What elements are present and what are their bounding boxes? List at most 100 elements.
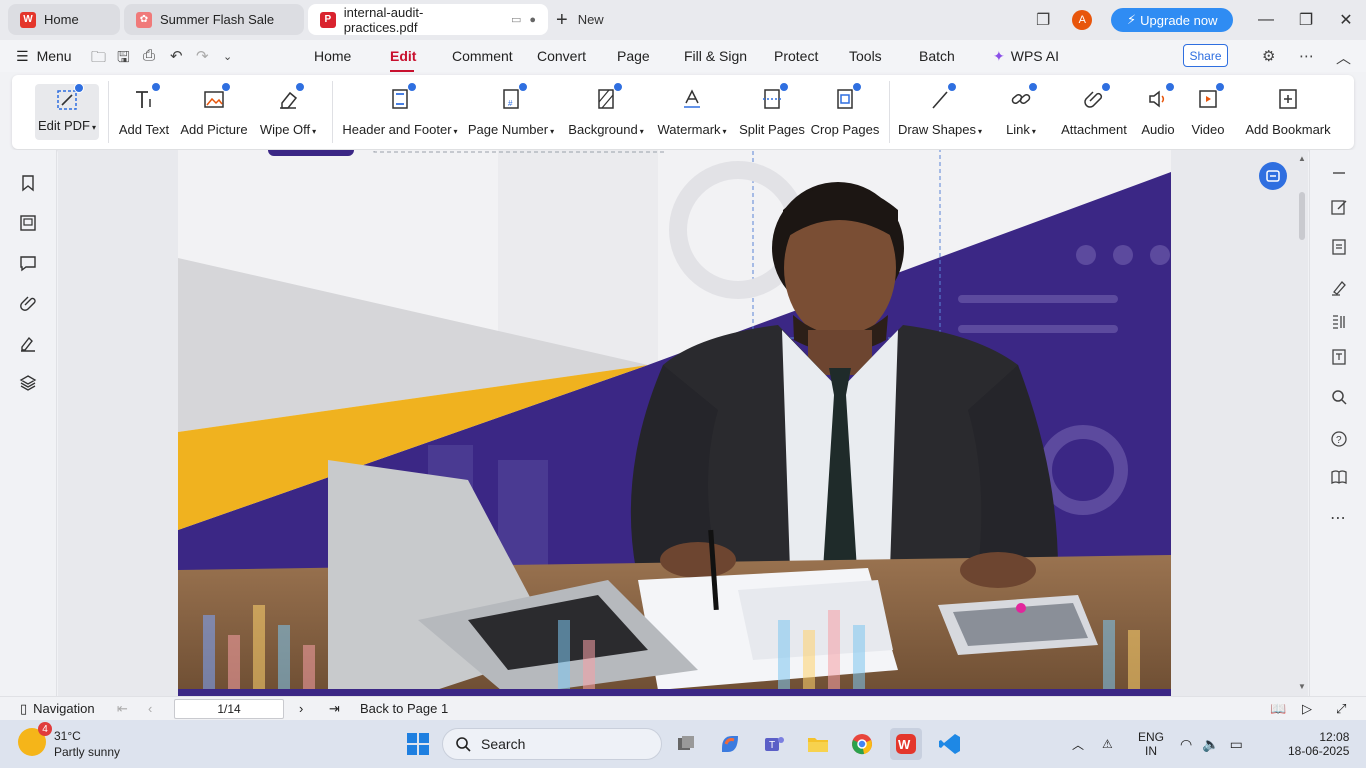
more-icon[interactable]: ⋯ <box>1299 47 1314 65</box>
close-icon[interactable]: ✕ <box>1326 10 1366 30</box>
window-switch-icon[interactable]: ❐ <box>1036 10 1050 30</box>
more-options-icon[interactable]: ⋯ <box>1330 508 1346 528</box>
weather-widget[interactable]: 4 31°C Partly sunny <box>18 722 120 760</box>
maximize-icon[interactable]: ❐ <box>1286 10 1326 30</box>
menu-fill-sign[interactable]: Fill & Sign <box>684 48 747 64</box>
fullscreen-icon[interactable]: ⤢ <box>1336 701 1346 717</box>
add-bookmark-button[interactable]: Add Bookmark <box>1245 75 1331 149</box>
back-to-page-1-link[interactable]: Back to Page 1 <box>360 701 448 716</box>
add-text-button[interactable]: Add Text <box>116 75 172 149</box>
teams-icon[interactable]: T <box>758 728 790 760</box>
document-list-icon[interactable] <box>1330 238 1348 256</box>
background-button[interactable]: Background ▾ <box>566 75 646 149</box>
attachment-icon[interactable] <box>19 294 37 312</box>
menu-batch[interactable]: Batch <box>919 48 955 64</box>
menu-comment[interactable]: Comment <box>452 48 513 64</box>
menu-convert[interactable]: Convert <box>537 48 586 64</box>
chevron-down-icon[interactable]: ⌄ <box>223 50 232 63</box>
first-page-icon[interactable]: ⇤ <box>117 701 128 717</box>
signature-icon[interactable] <box>19 334 37 352</box>
open-folder-icon[interactable]: 🗀 <box>91 47 106 72</box>
unsaved-dot-icon[interactable]: ● <box>529 14 536 26</box>
clock[interactable]: 12:08 18-06-2025 <box>1288 720 1349 768</box>
layers-icon[interactable] <box>19 374 37 392</box>
attachment-button[interactable]: Attachment <box>1060 75 1128 149</box>
task-view-icon[interactable] <box>670 728 702 760</box>
comment-icon[interactable] <box>19 254 37 272</box>
last-page-icon[interactable]: ⇥ <box>329 701 340 717</box>
menu-button[interactable]: ☰ Menu <box>16 48 72 65</box>
translate-icon[interactable] <box>1330 348 1348 366</box>
pen-tool-icon[interactable] <box>1330 278 1348 296</box>
menu-wps-ai[interactable]: ✦ WPS AI <box>993 48 1059 65</box>
reading-mode-icon[interactable]: 📖 <box>1270 701 1286 717</box>
prev-page-icon[interactable]: ‹ <box>148 701 152 716</box>
search-icon[interactable] <box>1330 388 1348 406</box>
watermark-button[interactable]: Watermark ▾ <box>654 75 730 149</box>
next-page-icon[interactable]: › <box>299 701 303 716</box>
volume-icon[interactable]: 🔈 <box>1202 736 1219 753</box>
video-button[interactable]: Video <box>1186 75 1230 149</box>
navigation-toggle[interactable]: ▯ Navigation <box>20 701 95 717</box>
thumbnails-icon[interactable] <box>19 214 37 232</box>
wps-office-icon[interactable]: W <box>890 728 922 760</box>
page-number-input[interactable]: 1/14 <box>174 699 284 719</box>
collapse-ribbon-icon[interactable]: ︿ <box>1336 47 1351 68</box>
tab-summer-flash-sale[interactable]: ✿ Summer Flash Sale <box>124 4 304 35</box>
print-icon[interactable]: ⎙ <box>143 47 155 64</box>
bookmark-icon[interactable] <box>19 174 37 192</box>
wifi-icon[interactable]: ◠ <box>1180 736 1192 753</box>
crop-pages-button[interactable]: Crop Pages <box>811 75 879 149</box>
menu-tools[interactable]: Tools <box>849 48 882 64</box>
draw-shapes-button[interactable]: Draw Shapes ▾ <box>898 75 982 149</box>
copilot-icon[interactable] <box>714 728 746 760</box>
monitor-icon[interactable]: ▭ <box>511 13 521 26</box>
audio-button[interactable]: Audio <box>1136 75 1180 149</box>
chevron-up-icon[interactable]: ︿ <box>1072 736 1084 753</box>
menu-edit[interactable]: Edit <box>390 48 416 64</box>
document-viewer[interactable]: ▲ ▼ <box>58 150 1308 696</box>
taskbar-search[interactable]: Search <box>442 728 662 760</box>
add-picture-button[interactable]: Add Picture <box>180 75 248 149</box>
file-explorer-icon[interactable] <box>802 728 834 760</box>
minimize-icon[interactable]: — <box>1246 11 1286 29</box>
play-icon[interactable]: ▷ <box>1302 701 1312 717</box>
floating-convert-button[interactable] <box>1259 162 1287 190</box>
chrome-icon[interactable] <box>846 728 878 760</box>
edit-note-icon[interactable] <box>1330 198 1348 216</box>
tab-home[interactable]: W Home <box>8 4 120 35</box>
lightning-icon: ⚡ <box>1127 12 1137 27</box>
header-footer-button[interactable]: Header and Footer ▾ <box>342 75 458 149</box>
menu-page[interactable]: Page <box>617 48 650 64</box>
pdf-page[interactable] <box>178 150 1171 696</box>
scrollbar-thumb[interactable] <box>1299 192 1305 240</box>
avatar[interactable]: A <box>1072 10 1093 30</box>
settings-icon[interactable]: ⚙ <box>1262 47 1275 65</box>
scroll-up-icon[interactable]: ▲ <box>1298 154 1306 163</box>
wipe-off-button[interactable]: Wipe Off ▾ <box>256 75 320 149</box>
help-icon[interactable]: ? <box>1330 430 1348 448</box>
link-button[interactable]: Link ▾ <box>996 75 1046 149</box>
page-number-button[interactable]: # Page Number ▾ <box>466 75 556 149</box>
split-pages-button[interactable]: Split Pages <box>739 75 805 149</box>
minus-icon[interactable] <box>1330 164 1348 182</box>
tab-internal-audit-practices[interactable]: P internal-audit-practices.pdf ▭ ● <box>308 4 548 35</box>
scroll-down-icon[interactable]: ▼ <box>1298 682 1306 691</box>
share-button[interactable]: Share <box>1183 44 1228 67</box>
split-pages-icon <box>758 82 789 113</box>
undo-icon[interactable]: ↶ <box>170 47 183 65</box>
redo-icon[interactable]: ↷ <box>196 47 209 65</box>
edit-pdf-button[interactable]: Edit PDF ▾ <box>35 83 99 140</box>
vscode-icon[interactable] <box>934 728 966 760</box>
battery-icon[interactable]: ▭ <box>1230 736 1243 753</box>
save-icon[interactable]: 🖫 <box>117 47 130 72</box>
upgrade-button[interactable]: ⚡ Upgrade now <box>1111 8 1234 32</box>
language-indicator[interactable]: ENG IN <box>1138 720 1164 768</box>
menu-home[interactable]: Home <box>314 48 351 64</box>
menu-protect[interactable]: Protect <box>774 48 818 64</box>
new-tab-button[interactable]: + New <box>556 4 604 35</box>
columns-icon[interactable] <box>1330 313 1348 331</box>
book-icon[interactable] <box>1330 468 1348 486</box>
network-off-icon[interactable]: ⚠ <box>1102 737 1113 751</box>
start-button[interactable] <box>402 728 434 760</box>
